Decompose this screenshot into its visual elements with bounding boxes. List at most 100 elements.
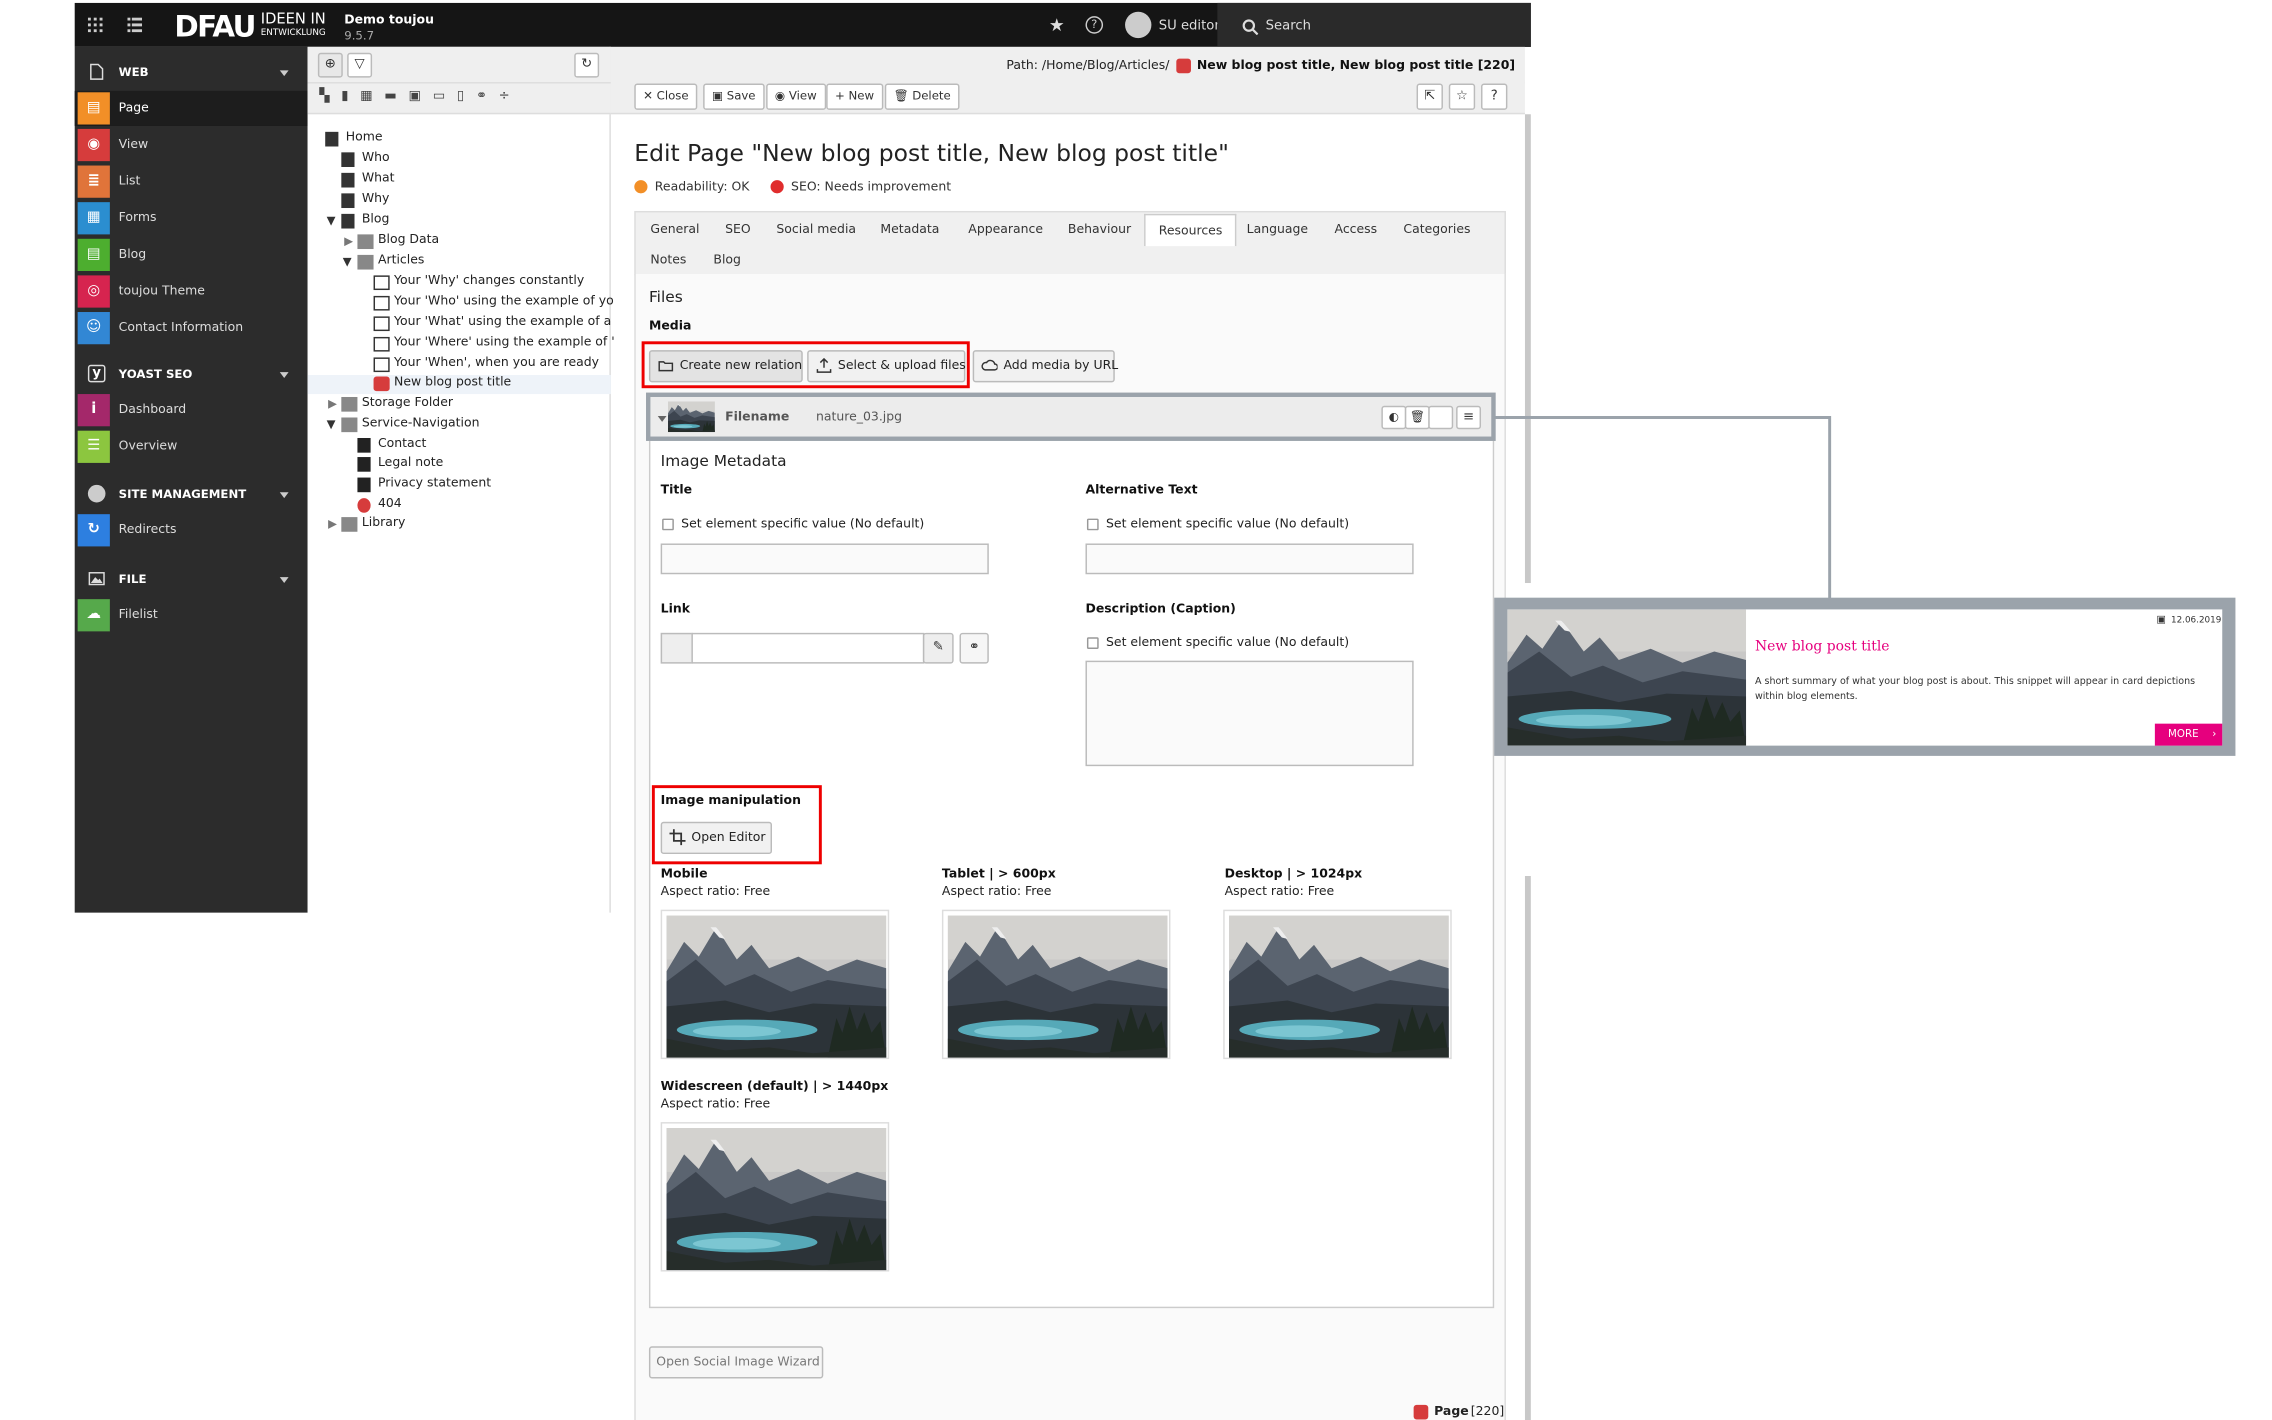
help-icon[interactable]: ? [1481,83,1508,110]
module-overview[interactable]: ☰ Overview [75,429,308,464]
filter-icon[interactable]: ▽ [347,52,373,78]
card-more-button[interactable]: MORE › [2154,723,2223,746]
avatar[interactable] [1125,11,1152,39]
page-icon [341,213,355,229]
module-blog[interactable]: ▤ Blog [75,237,308,272]
description-textarea[interactable] [1085,660,1414,767]
module-toujou-theme[interactable]: ◎ toujou Theme [75,274,308,309]
open-social-image-wizard-button[interactable]: Open Social Image Wizard [648,1346,824,1379]
tab-seo[interactable]: SEO [712,214,764,246]
tree-item-article[interactable]: Your 'When', when you are ready [308,356,611,375]
module-list[interactable]: ≣ List [75,164,308,199]
view-button[interactable]: ◉ View [766,83,826,110]
list-menu-icon[interactable] [127,17,143,33]
new-page-icon[interactable]: ⊕ [317,52,343,78]
expand-toggle-icon[interactable] [342,257,352,267]
tree-item-why[interactable]: Why [308,192,611,211]
tree-item-storage-folder[interactable]: Storage Folder [308,396,611,415]
tab-categories[interactable]: Categories [1390,214,1484,246]
tab-language[interactable]: Language [1233,214,1321,246]
user-name[interactable]: SU editor [1159,19,1220,34]
crop-widescreen-preview[interactable] [660,1122,890,1272]
tab-metadata[interactable]: Metadata [867,214,952,246]
trash-icon[interactable]: 🗑 [1404,405,1430,430]
tree-item-articles[interactable]: Articles [308,253,611,272]
module-group-site-management[interactable]: SITE MANAGEMENT [75,475,308,513]
link-input[interactable] [691,632,925,664]
drag-handle-icon[interactable]: ≡ [1456,405,1482,430]
chevron-down-icon[interactable] [657,416,667,422]
link-browser-icon[interactable]: ✎ [922,632,954,664]
tab-general[interactable]: General [637,214,712,246]
tree-item-who[interactable]: Who [308,151,611,170]
tab-social-media[interactable]: Social media [763,214,869,246]
search-area[interactable] [1217,2,1531,47]
tree-item-home[interactable]: Home [308,130,611,149]
tree-item-article[interactable]: Your 'What' using the example of a [308,315,611,334]
module-forms[interactable]: ▦ Forms [75,201,308,236]
tab-behaviour[interactable]: Behaviour [1055,214,1145,246]
alt-override-checkbox[interactable] [1086,518,1099,531]
tree-item-article[interactable]: Your 'Where' using the example of ' [308,335,615,354]
crop-desktop-preview[interactable] [1223,909,1452,1060]
tree-item-contact[interactable]: Contact [308,437,611,456]
expand-toggle-icon[interactable] [326,216,336,226]
tree-item-article[interactable]: Your 'Who' using the example of yo [308,294,614,313]
tab-notes[interactable]: Notes [637,245,699,277]
tab-appearance[interactable]: Appearance [955,214,1056,246]
add-media-by-url-button[interactable]: Add media by URL [972,350,1118,383]
tree-item-404[interactable]: 404 [308,497,611,516]
title-override-checkbox[interactable] [662,518,674,531]
tab-blog[interactable]: Blog [700,245,754,277]
refresh-icon[interactable]: ↻ [574,52,600,78]
tree-item-library[interactable]: Library [308,516,611,535]
delete-button[interactable]: 🗑 Delete [884,83,960,110]
link-icon[interactable]: ⚭ [959,632,989,664]
tree-item-service-navigation[interactable]: Service-Navigation [308,416,611,435]
tree-item-blog-data[interactable]: Blog Data [308,233,611,252]
tab-resources[interactable]: Resources [1144,213,1237,247]
module-group-yoast[interactable]: y YOAST SEO [75,355,308,393]
search-input[interactable]: Search [1266,19,1311,34]
module-group-web[interactable]: WEB [75,53,308,91]
brand-logo[interactable]: DFAU [174,9,256,44]
tree-item-what[interactable]: What [308,171,611,190]
scrollbar-lower[interactable] [1524,876,1531,1420]
visibility-toggle-icon[interactable]: ◐ [1381,405,1407,430]
module-group-file[interactable]: FILE [75,560,308,598]
path-page[interactable]: New blog post title, New blog post title… [1197,59,1515,74]
tree-item-blog[interactable]: Blog [308,212,611,231]
collapse-toggle-icon[interactable] [344,237,354,247]
empty-action[interactable] [1428,405,1454,430]
module-view[interactable]: ◉ View [75,127,308,162]
new-button[interactable]: + New [826,83,883,110]
card-title[interactable]: New blog post title [1755,639,1890,655]
tree-item-article[interactable]: Your 'Why' changes constantly [308,274,611,293]
tab-access[interactable]: Access [1321,214,1390,246]
tree-item-legal-note[interactable]: Legal note [308,456,611,475]
expand-toggle-icon[interactable] [326,420,336,430]
module-label: Redirects [118,522,177,538]
module-page[interactable]: ▤ Page [74,90,308,126]
tree-item-new-blog-post[interactable]: New blog post title [307,375,611,395]
module-filelist[interactable]: ☁ Filelist [75,598,308,633]
close-button[interactable]: ✕ Close [634,83,698,110]
open-new-window-icon[interactable]: ⇱ [1416,83,1443,110]
collapse-toggle-icon[interactable] [328,520,337,529]
tree-item-privacy-statement[interactable]: Privacy statement [308,476,611,495]
apps-grid-icon[interactable] [87,17,103,33]
crop-tablet-preview[interactable] [941,909,1171,1060]
star-icon[interactable]: ☆ [1448,83,1476,110]
collapse-toggle-icon[interactable] [328,399,337,409]
help-icon[interactable]: ? [1085,16,1104,34]
crop-mobile-preview[interactable] [660,909,890,1060]
save-button[interactable]: ▣ Save [703,83,765,110]
page-type-icons[interactable]: ▚▮▦▬▣▭▯⚭÷ [319,89,521,104]
alt-text-input[interactable] [1085,543,1414,575]
description-override-checkbox[interactable] [1086,637,1099,649]
bookmark-star-icon[interactable]: ★ [1049,15,1065,36]
module-contact-information[interactable]: ☺ Contact Information [75,311,308,346]
title-input[interactable] [660,543,989,575]
module-dashboard[interactable]: i Dashboard [75,393,308,428]
module-redirects[interactable]: ↻ Redirects [75,513,308,548]
